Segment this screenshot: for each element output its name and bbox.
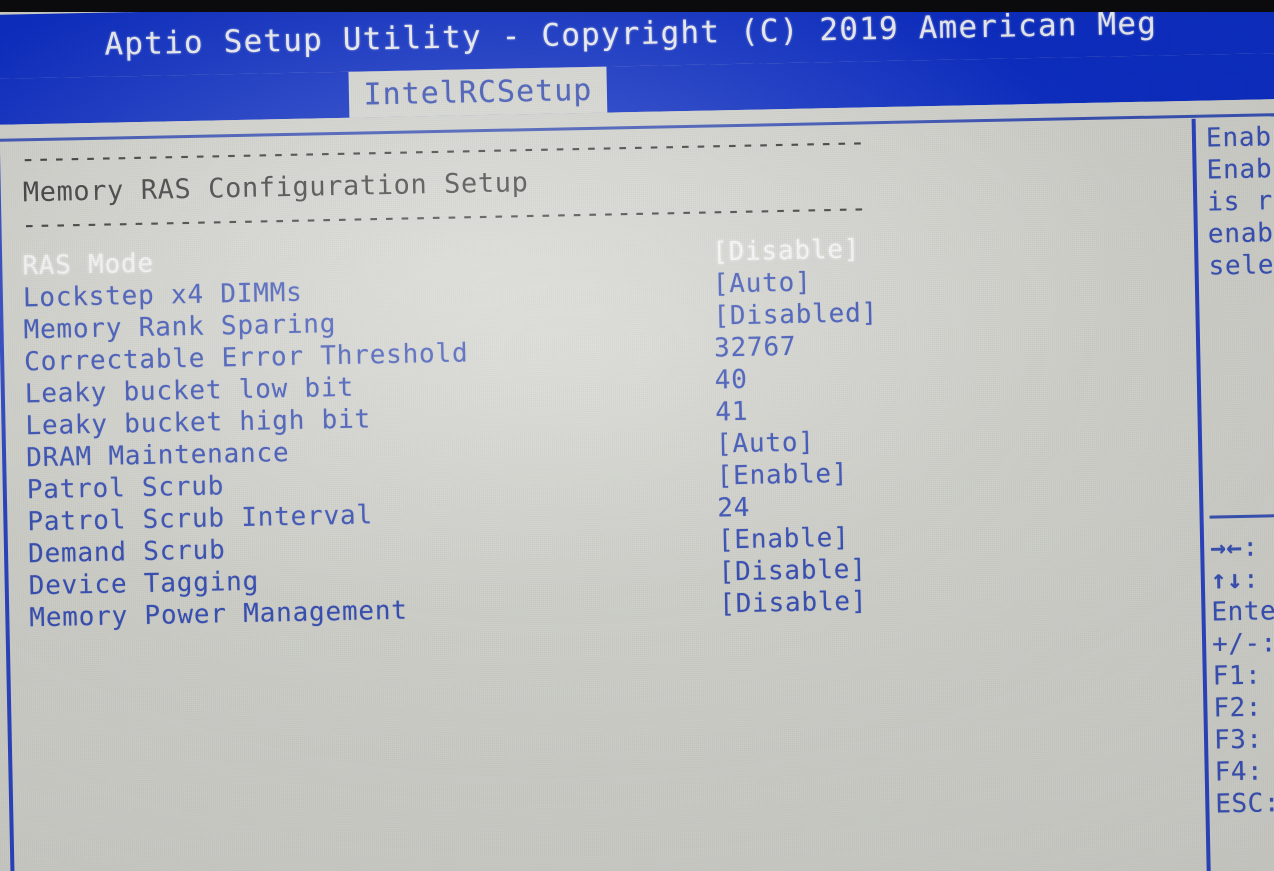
key-legend-text: : S bbox=[1242, 532, 1274, 563]
bios-screen-photo: Aptio Setup Utility - Copyright (C) 2019… bbox=[0, 0, 1274, 871]
tab-intelrcsetup[interactable]: IntelRCSetup bbox=[348, 66, 608, 118]
key-legend-line: F3: O bbox=[1214, 723, 1274, 757]
option-value[interactable]: [Auto] bbox=[716, 426, 815, 460]
option-label: RAS Mode bbox=[21, 248, 155, 282]
option-value[interactable]: [Disabled] bbox=[713, 297, 878, 332]
option-label: Device Tagging bbox=[28, 566, 260, 602]
monitor-bezel-top bbox=[0, 0, 1274, 12]
option-value[interactable]: [Enable] bbox=[716, 458, 848, 493]
help-text-line: Enab bbox=[1206, 154, 1273, 186]
key-legend-line: ESC: bbox=[1215, 787, 1274, 821]
option-value[interactable]: 41 bbox=[715, 396, 749, 429]
key-legend-line: F1: G bbox=[1212, 659, 1274, 693]
option-label: DRAM Maintenance bbox=[25, 438, 290, 474]
key-legend-text: : S bbox=[1242, 564, 1274, 595]
option-value[interactable]: 24 bbox=[717, 492, 751, 525]
key-legend-text: Enter bbox=[1211, 595, 1274, 628]
option-label: Patrol Scrub bbox=[26, 471, 225, 506]
key-legend-text: F1: G bbox=[1212, 660, 1274, 692]
option-value[interactable]: [Auto] bbox=[712, 267, 812, 301]
key-legend-line: F2: P bbox=[1213, 691, 1274, 725]
key-legend-line: +/-: bbox=[1212, 627, 1274, 661]
option-value[interactable]: 32767 bbox=[714, 331, 797, 365]
help-text-line: enab bbox=[1207, 218, 1274, 250]
option-label: Demand Scrub bbox=[27, 535, 226, 570]
option-label: Memory Power Management bbox=[29, 595, 409, 634]
key-legend-text: ESC: bbox=[1215, 788, 1274, 820]
key-legend-text: F4: S bbox=[1214, 756, 1274, 788]
arrow-keys-icon: →← bbox=[1209, 532, 1243, 564]
bios-screen: Aptio Setup Utility - Copyright (C) 2019… bbox=[0, 0, 1274, 871]
help-text-line: is r bbox=[1206, 186, 1274, 218]
key-legend-line: F4: S bbox=[1214, 755, 1274, 789]
help-pane-rule bbox=[1209, 513, 1274, 519]
key-legend-text: +/-: bbox=[1211, 628, 1274, 660]
key-legend-text: F3: O bbox=[1213, 724, 1274, 756]
help-text-line: sele bbox=[1208, 250, 1274, 282]
option-list: RAS Mode [Disable] Lockstep x4 DIMMs [Auto]… bbox=[22, 227, 1189, 634]
key-legend-line: Enter bbox=[1211, 595, 1274, 629]
key-legend-line: ↑↓: S bbox=[1211, 563, 1274, 597]
help-pane: Enab Enab is r enab sele bbox=[1206, 121, 1274, 283]
body-area: ----------------------------------------… bbox=[0, 98, 1274, 871]
option-value[interactable]: [Disable] bbox=[719, 585, 868, 620]
help-text-line: Enab bbox=[1205, 122, 1273, 154]
option-value[interactable]: [Disable] bbox=[718, 553, 867, 588]
key-legend-line: →←: S bbox=[1210, 531, 1274, 565]
left-border bbox=[0, 138, 16, 871]
option-value[interactable]: [Disable] bbox=[712, 234, 861, 269]
arrow-keys-icon: ↑↓ bbox=[1210, 564, 1244, 596]
key-legend-text: F2: P bbox=[1213, 692, 1274, 724]
settings-pane: ----------------------------------------… bbox=[20, 125, 1190, 634]
option-value[interactable]: [Enable] bbox=[718, 522, 850, 557]
option-value[interactable]: 40 bbox=[714, 364, 748, 397]
key-legend: →←: S↑↓: SEnter+/-:F1: GF2: PF3: OF4: SE… bbox=[1210, 531, 1274, 821]
